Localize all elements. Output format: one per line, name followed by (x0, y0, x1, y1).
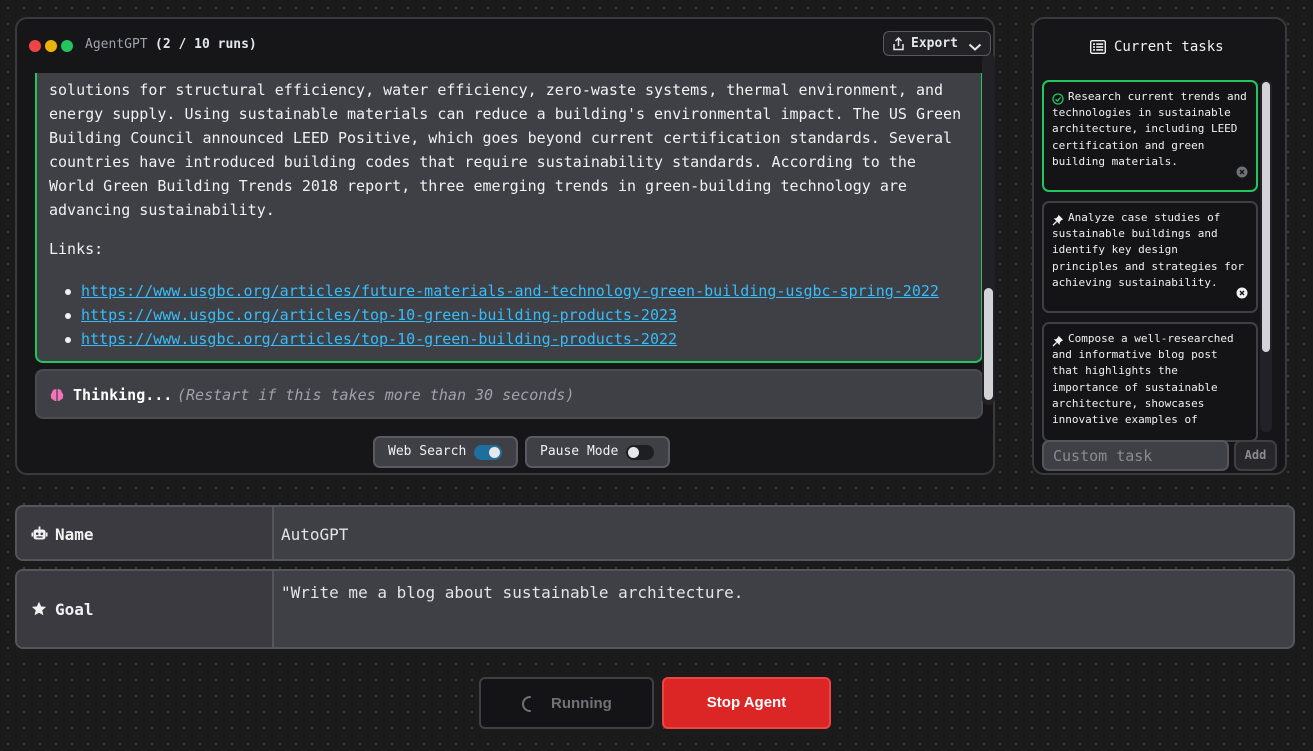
scrollbar-thumb[interactable] (984, 288, 993, 400)
list-item: https://www.usgbc.org/articles/future-ma… (65, 279, 939, 303)
export-icon (892, 36, 905, 55)
export-label: Export (911, 36, 958, 51)
window-dot-red (29, 40, 41, 52)
links-label: Links: (49, 240, 104, 258)
current-tasks-panel: Current tasks Research current trends an… (1032, 17, 1287, 475)
task-list-icon (1089, 39, 1107, 58)
running-label: Running (551, 695, 612, 712)
task-text: Compose a well-researched and informativ… (1052, 332, 1234, 427)
export-button[interactable]: Export (883, 31, 991, 56)
window-titlebar: AgentGPT (2 / 10 runs) (17, 19, 993, 73)
web-search-switch[interactable] (474, 445, 502, 460)
tasks-title: Current tasks (1114, 39, 1224, 55)
close-circle-icon[interactable] (1236, 284, 1248, 303)
goal-field[interactable]: Goal "Write me a blog about sustainable … (15, 569, 1295, 649)
web-search-label: Web Search (388, 444, 467, 459)
task-card[interactable]: Analyze case studies of sustainable buil… (1042, 201, 1258, 313)
agent-message: solutions for structural efficiency, wat… (35, 73, 983, 363)
output-scrollbar[interactable] (982, 53, 995, 405)
add-task-button[interactable]: Add (1234, 440, 1277, 471)
name-input[interactable]: AutoGPT (281, 525, 348, 544)
thinking-label: Thinking... (73, 386, 173, 404)
run-count: (2 / 10 runs) (155, 37, 257, 52)
source-link[interactable]: https://www.usgbc.org/articles/top-10-gr… (81, 306, 677, 324)
name-field[interactable]: Name AutoGPT (15, 505, 1295, 561)
message-paragraph: solutions for structural efficiency, wat… (49, 81, 962, 219)
spinner-icon (521, 695, 539, 717)
app-title: AgentGPT (85, 37, 148, 52)
task-text: Analyze case studies of sustainable buil… (1052, 211, 1245, 289)
goal-label-cell: Goal (17, 571, 274, 647)
source-link[interactable]: https://www.usgbc.org/articles/future-ma… (81, 282, 939, 300)
running-button[interactable]: Running (479, 677, 654, 729)
thinking-hint: (Restart if this takes more than 30 seco… (177, 386, 575, 404)
pause-mode-toggle[interactable]: Pause Mode (525, 436, 670, 468)
custom-task-input[interactable] (1042, 440, 1229, 471)
brain-icon (49, 387, 65, 407)
chevron-down-icon (968, 37, 982, 56)
robot-icon (31, 526, 48, 546)
task-text: Research current trends and technologies… (1052, 90, 1247, 168)
task-card[interactable]: Research current trends and technologies… (1042, 80, 1258, 192)
thinking-indicator: Thinking... (Restart if this takes more … (35, 369, 983, 419)
name-label: Name (55, 525, 94, 544)
task-card[interactable]: Compose a well-researched and informativ… (1042, 322, 1258, 442)
goal-input[interactable]: "Write me a blog about sustainable archi… (281, 583, 743, 602)
list-item: https://www.usgbc.org/articles/top-10-gr… (65, 303, 939, 327)
window-dot-green (61, 40, 73, 52)
scrollbar-thumb[interactable] (1262, 82, 1270, 352)
window-dot-yellow (45, 40, 57, 52)
star-icon (31, 601, 47, 621)
stop-agent-button[interactable]: Stop Agent (662, 677, 831, 729)
close-circle-icon[interactable] (1236, 163, 1248, 182)
tasks-scrollbar[interactable] (1260, 80, 1272, 432)
agent-output-window: AgentGPT (2 / 10 runs) solutions for str… (15, 17, 995, 475)
list-item: https://www.usgbc.org/articles/top-10-gr… (65, 327, 939, 351)
pause-mode-switch[interactable] (626, 445, 654, 460)
pause-mode-label: Pause Mode (540, 444, 619, 459)
goal-label: Goal (55, 600, 94, 619)
links-list: https://www.usgbc.org/articles/future-ma… (65, 279, 939, 351)
name-label-cell: Name (17, 507, 274, 559)
source-link[interactable]: https://www.usgbc.org/articles/top-10-gr… (81, 330, 677, 348)
web-search-toggle[interactable]: Web Search (373, 436, 518, 468)
